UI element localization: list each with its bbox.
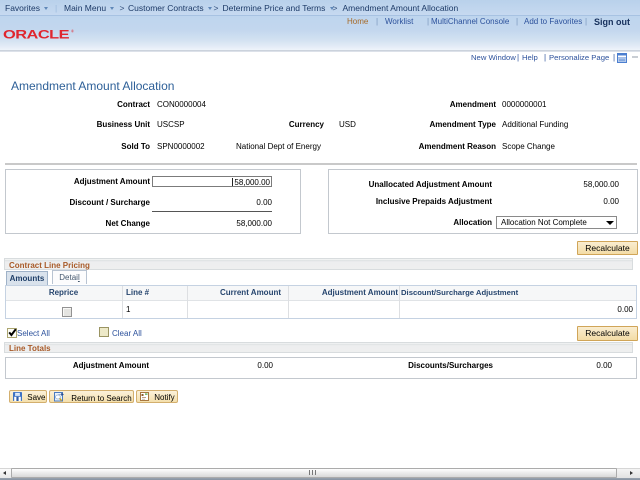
svg-text:®: ® (71, 28, 74, 33)
svg-text:ORACLE: ORACLE (3, 28, 69, 41)
